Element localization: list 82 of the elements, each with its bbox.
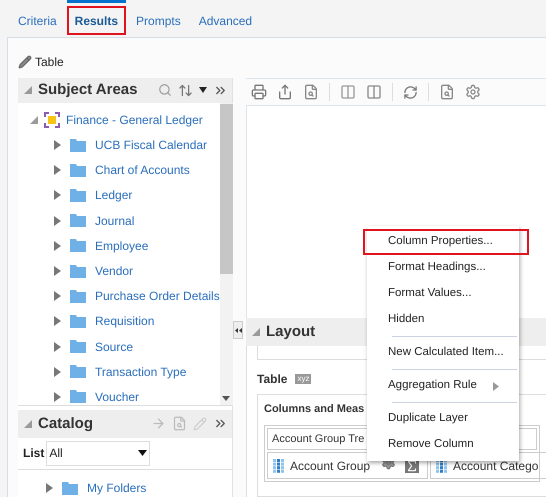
tab[interactable]: Prompts <box>128 6 189 35</box>
menu-item[interactable]: Format Headings... <box>367 255 519 281</box>
expanded-triangle-icon[interactable] <box>30 116 38 124</box>
tree-item[interactable]: UCB Fiscal Calendar <box>95 136 208 154</box>
list-label: List <box>23 445 44 462</box>
folder-icon <box>70 188 86 202</box>
column-icon[interactable] <box>340 84 356 100</box>
tree-item[interactable]: Requisition <box>95 312 154 330</box>
panel-title: Subject Areas <box>38 80 138 100</box>
collapsed-triangle-icon[interactable] <box>54 392 61 402</box>
tree-item[interactable]: Vendor <box>95 262 134 280</box>
tree-item[interactable]: Employee <box>95 236 148 255</box>
tree-item[interactable]: Transaction Type <box>95 362 186 381</box>
gear-icon[interactable] <box>465 84 481 100</box>
printer-icon[interactable] <box>251 84 267 100</box>
collapsed-triangle-icon[interactable] <box>54 291 61 302</box>
collapsed-triangle-icon[interactable] <box>54 316 61 326</box>
menu-item[interactable]: Duplicate Layer <box>367 406 519 432</box>
menu-item[interactable]: New Calculated Item... <box>367 340 519 366</box>
collapsed-triangle-icon[interactable] <box>46 483 53 493</box>
sort-icon[interactable] <box>178 82 193 98</box>
submenu-arrow-icon <box>492 382 499 390</box>
tree-item[interactable]: Ledger <box>95 186 132 204</box>
refresh-icon[interactable] <box>403 84 418 100</box>
expanded-triangle-icon[interactable] <box>252 328 260 336</box>
tree-item[interactable]: Voucher <box>95 388 140 406</box>
tree-item[interactable]: Journal <box>95 212 134 230</box>
expanded-triangle-icon[interactable] <box>24 420 32 428</box>
folder-icon <box>62 482 78 494</box>
menu-item[interactable]: Aggregation Rule <box>367 373 519 399</box>
scroll-down-icon[interactable] <box>222 396 230 401</box>
section-title: Columns and Meas <box>264 402 364 417</box>
tree-item[interactable]: Chart of Accounts <box>95 161 190 180</box>
menu-item[interactable]: Format Values... <box>367 281 519 307</box>
collapsed-triangle-icon[interactable] <box>54 240 61 251</box>
folder-icon <box>70 138 86 152</box>
caret-icon[interactable] <box>199 87 207 94</box>
folder-icon <box>70 290 86 303</box>
export-icon[interactable] <box>277 84 293 100</box>
tree-item[interactable]: Finance - General Ledger <box>66 110 203 129</box>
folder-icon <box>70 340 86 354</box>
pencil-icon[interactable] <box>18 55 32 69</box>
document-icon[interactable] <box>439 84 455 100</box>
panel-title: Layout <box>266 322 316 342</box>
collapsed-triangle-icon[interactable] <box>54 190 61 200</box>
tree-item[interactable]: Purchase Order Details <box>95 287 220 306</box>
menu-item[interactable]: Column Properties... <box>363 229 529 255</box>
list-dropdown[interactable]: All <box>46 440 150 466</box>
folder-icon <box>70 264 86 278</box>
collapsed-triangle-icon[interactable] <box>54 140 61 150</box>
search-icon[interactable] <box>158 83 172 98</box>
collapsed-triangle-icon[interactable] <box>54 165 61 176</box>
column-icon[interactable] <box>366 84 382 100</box>
tree-item[interactable]: Source <box>95 338 134 356</box>
scrollbar[interactable] <box>220 102 233 405</box>
collapsed-triangle-icon[interactable] <box>54 216 61 226</box>
tree-item[interactable]: My Folders <box>87 479 146 497</box>
subject-area-icon <box>44 112 60 128</box>
view-badge: xyz <box>295 374 312 384</box>
folder-icon <box>70 239 86 252</box>
expanded-triangle-icon[interactable] <box>24 86 32 94</box>
view-title: Table <box>35 54 64 71</box>
folder-icon <box>70 314 86 328</box>
folder-icon <box>70 214 86 228</box>
collapsed-triangle-icon[interactable] <box>54 342 61 352</box>
column-icon <box>273 458 285 472</box>
tab[interactable]: Criteria <box>10 6 65 35</box>
caret-icon[interactable] <box>138 450 148 456</box>
collapsed-triangle-icon[interactable] <box>54 266 61 276</box>
folder-icon <box>70 390 86 404</box>
panel-title: Catalog <box>38 414 94 434</box>
collapsed-triangle-icon[interactable] <box>54 366 61 377</box>
double-arrow-icon <box>234 328 242 332</box>
folder-icon <box>70 365 86 378</box>
document-icon[interactable] <box>303 84 319 100</box>
tab[interactable]: Advanced <box>190 6 260 35</box>
group-header-label: Account Group Tre <box>272 432 364 447</box>
tab[interactable]: Results <box>66 6 126 35</box>
collapse-button[interactable] <box>233 321 243 339</box>
menu-item[interactable]: Hidden <box>367 307 519 333</box>
view-label: Table <box>257 371 288 388</box>
folder-icon <box>70 164 86 177</box>
